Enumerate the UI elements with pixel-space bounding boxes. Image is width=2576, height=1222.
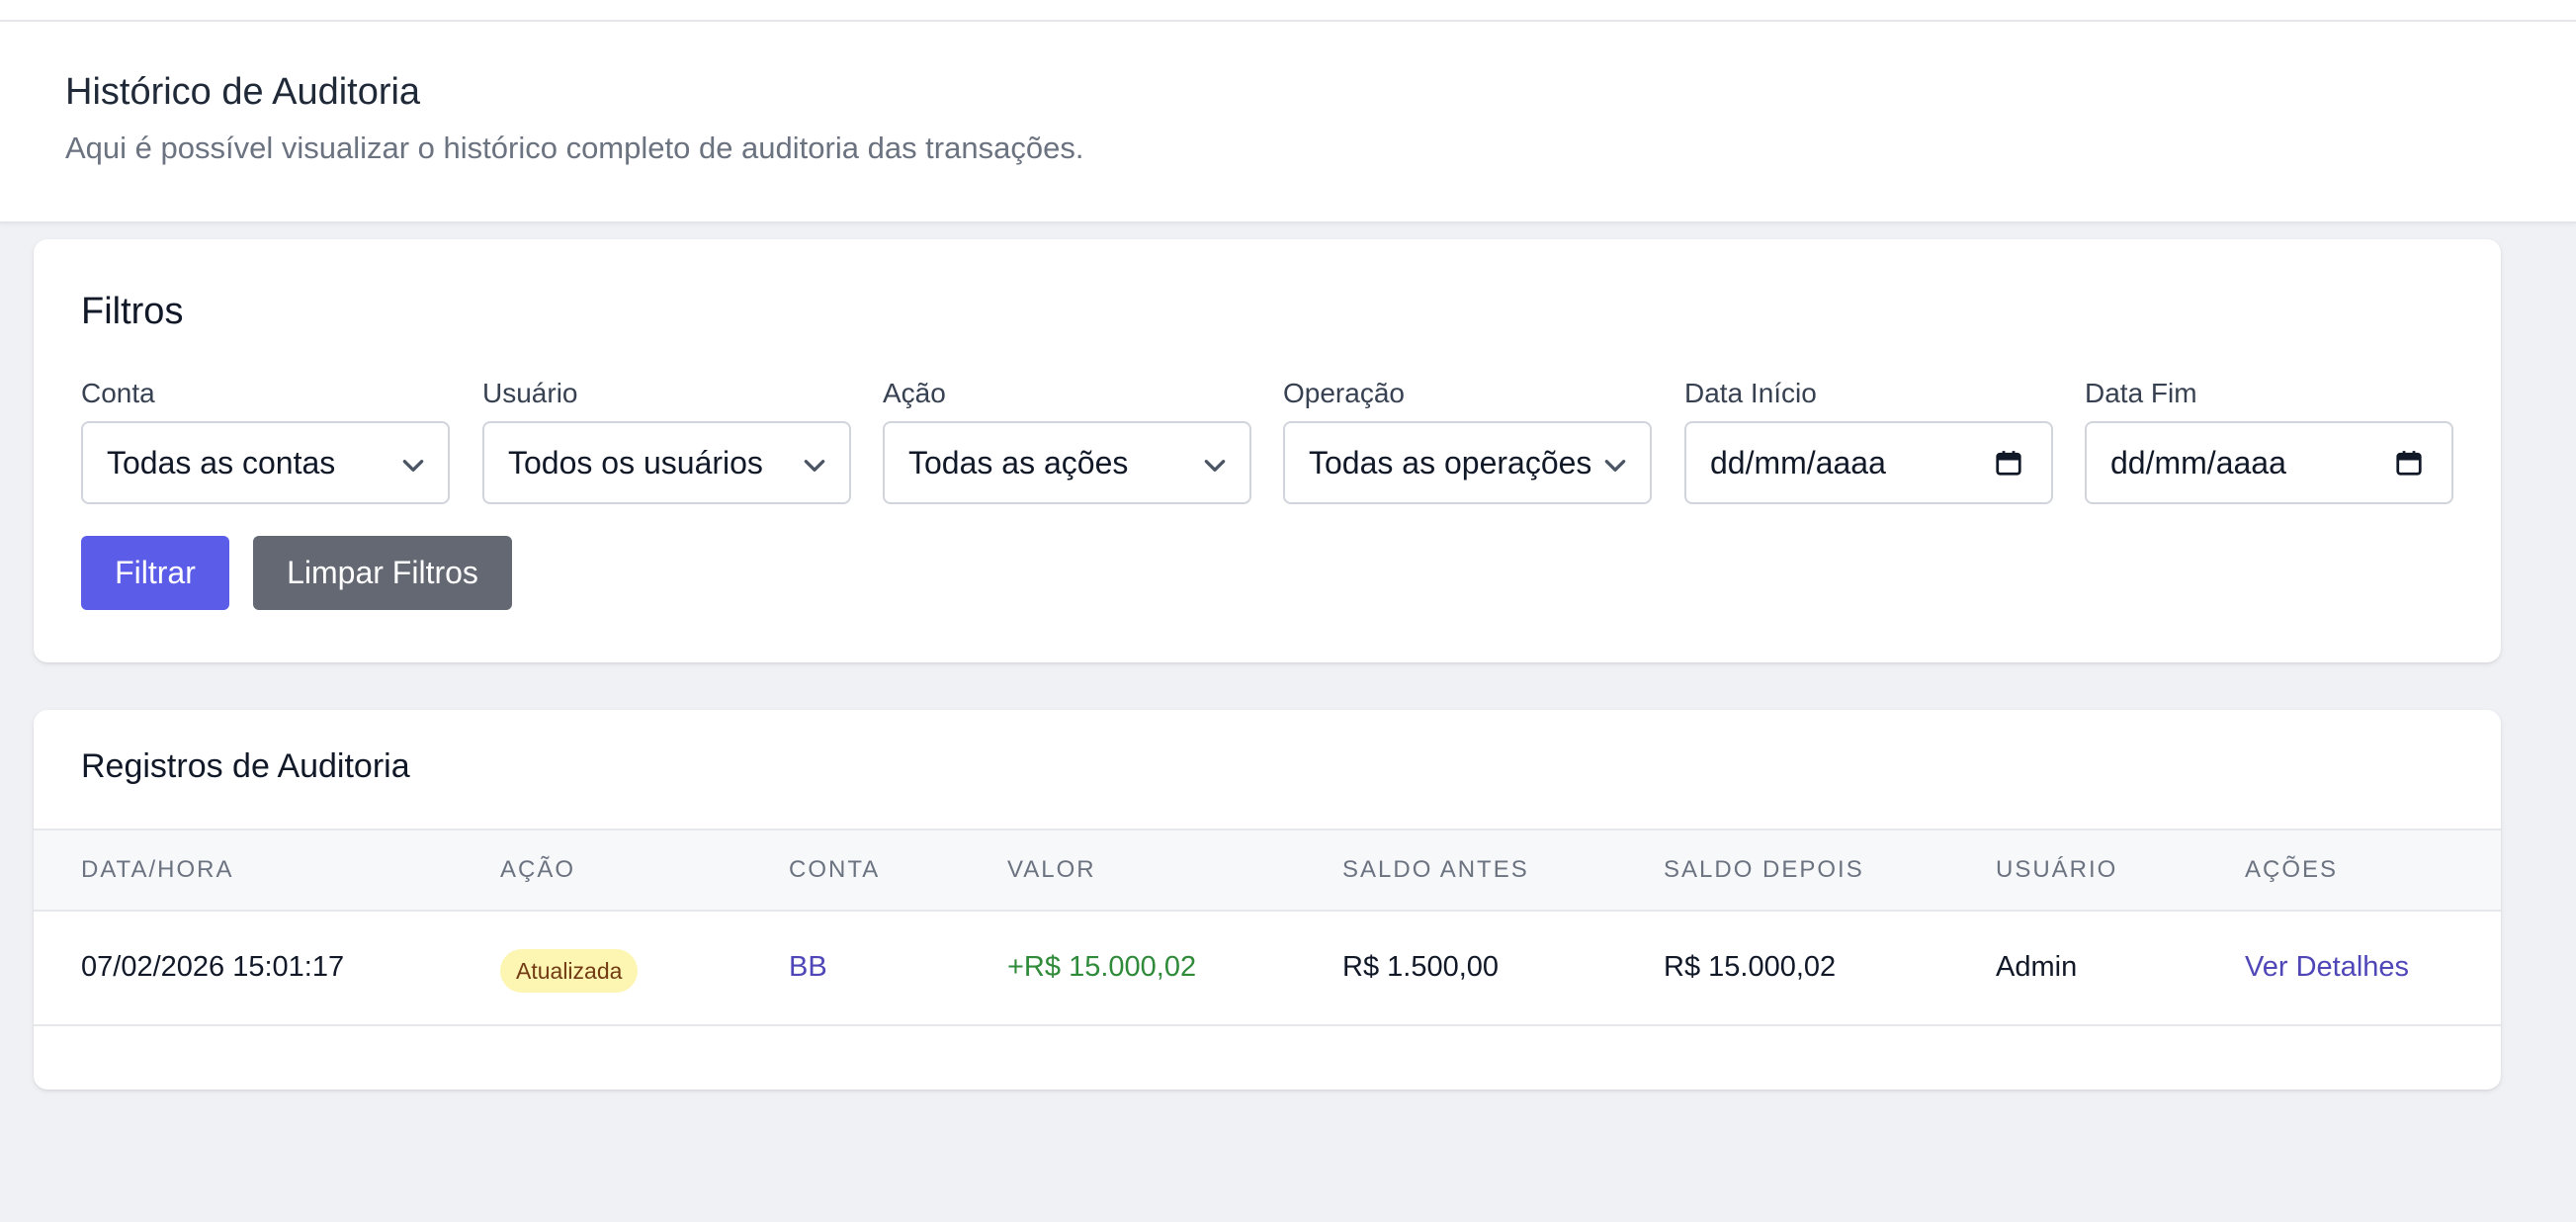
table-row: 07/02/2026 15:01:17 Atualizada BB +R$ 15… <box>34 912 2501 1026</box>
end-date-placeholder: dd/mm/aaaa <box>2110 445 2286 480</box>
row-account-link[interactable]: BB <box>789 951 827 984</box>
column-header-balance-after: Saldo Depois <box>1664 856 1864 883</box>
start-date-placeholder: dd/mm/aaaa <box>1710 445 1886 480</box>
page-subtitle: Aqui é possível visualizar o histórico c… <box>65 131 1084 165</box>
user-filter-label: Usuário <box>482 378 578 408</box>
calendar-icon[interactable] <box>2394 448 2424 478</box>
operation-filter-select[interactable]: Todas as operações <box>1283 421 1652 504</box>
chevron-down-icon <box>402 460 424 472</box>
start-date-label: Data Início <box>1684 378 1817 408</box>
row-amount: +R$ 15.000,02 <box>1007 951 1197 983</box>
operation-filter-label: Operação <box>1283 378 1405 408</box>
column-header-actions: Ações <box>2245 856 2339 883</box>
view-details-link[interactable]: Ver Detalhes <box>2245 951 2409 984</box>
records-title: Registros de Auditoria <box>81 747 410 785</box>
filters-title: Filtros <box>81 291 184 332</box>
row-balance-after: R$ 15.000,02 <box>1664 951 1837 983</box>
column-header-amount: Valor <box>1007 856 1096 883</box>
user-filter-value: Todos os usuários <box>508 445 763 480</box>
page-header: Histórico de Auditoria Aqui é possível v… <box>0 22 2576 223</box>
end-date-input[interactable]: dd/mm/aaaa <box>2085 421 2453 504</box>
end-date-label: Data Fim <box>2085 378 2197 408</box>
column-header-action: Ação <box>500 856 576 883</box>
operation-filter-value: Todas as operações <box>1309 445 1590 480</box>
action-filter-select[interactable]: Todas as ações <box>883 421 1251 504</box>
row-user: Admin <box>1996 951 2078 983</box>
column-header-account: Conta <box>789 856 881 883</box>
calendar-icon[interactable] <box>1994 448 2023 478</box>
page-title: Histórico de Auditoria <box>65 71 421 113</box>
chevron-down-icon <box>804 460 825 472</box>
column-header-balance-before: Saldo Antes <box>1342 856 1529 883</box>
filter-button[interactable]: Filtrar <box>81 536 229 610</box>
start-date-input[interactable]: dd/mm/aaaa <box>1684 421 2053 504</box>
status-badge: Atualizada <box>500 949 639 993</box>
chevron-down-icon <box>1604 460 1626 472</box>
column-header-user: Usuário <box>1996 856 2118 883</box>
top-bar <box>0 0 2576 22</box>
column-header-datetime: Data/Hora <box>81 856 234 883</box>
account-filter-label: Conta <box>81 378 155 408</box>
account-filter-value: Todas as contas <box>107 445 336 480</box>
user-filter-select[interactable]: Todos os usuários <box>482 421 851 504</box>
clear-filters-button[interactable]: Limpar Filtros <box>253 536 512 610</box>
row-datetime: 07/02/2026 15:01:17 <box>81 951 345 983</box>
action-filter-label: Ação <box>883 378 946 408</box>
account-filter-select[interactable]: Todas as contas <box>81 421 450 504</box>
chevron-down-icon <box>1204 460 1226 472</box>
table-header: Data/Hora Ação Conta Valor Saldo Antes S… <box>34 829 2501 912</box>
records-card: Registros de Auditoria Data/Hora Ação Co… <box>34 710 2501 1090</box>
row-balance-before: R$ 1.500,00 <box>1342 951 1500 983</box>
action-filter-value: Todas as ações <box>908 445 1129 480</box>
filters-card: Filtros Conta Todas as contas Usuário To… <box>34 239 2501 662</box>
